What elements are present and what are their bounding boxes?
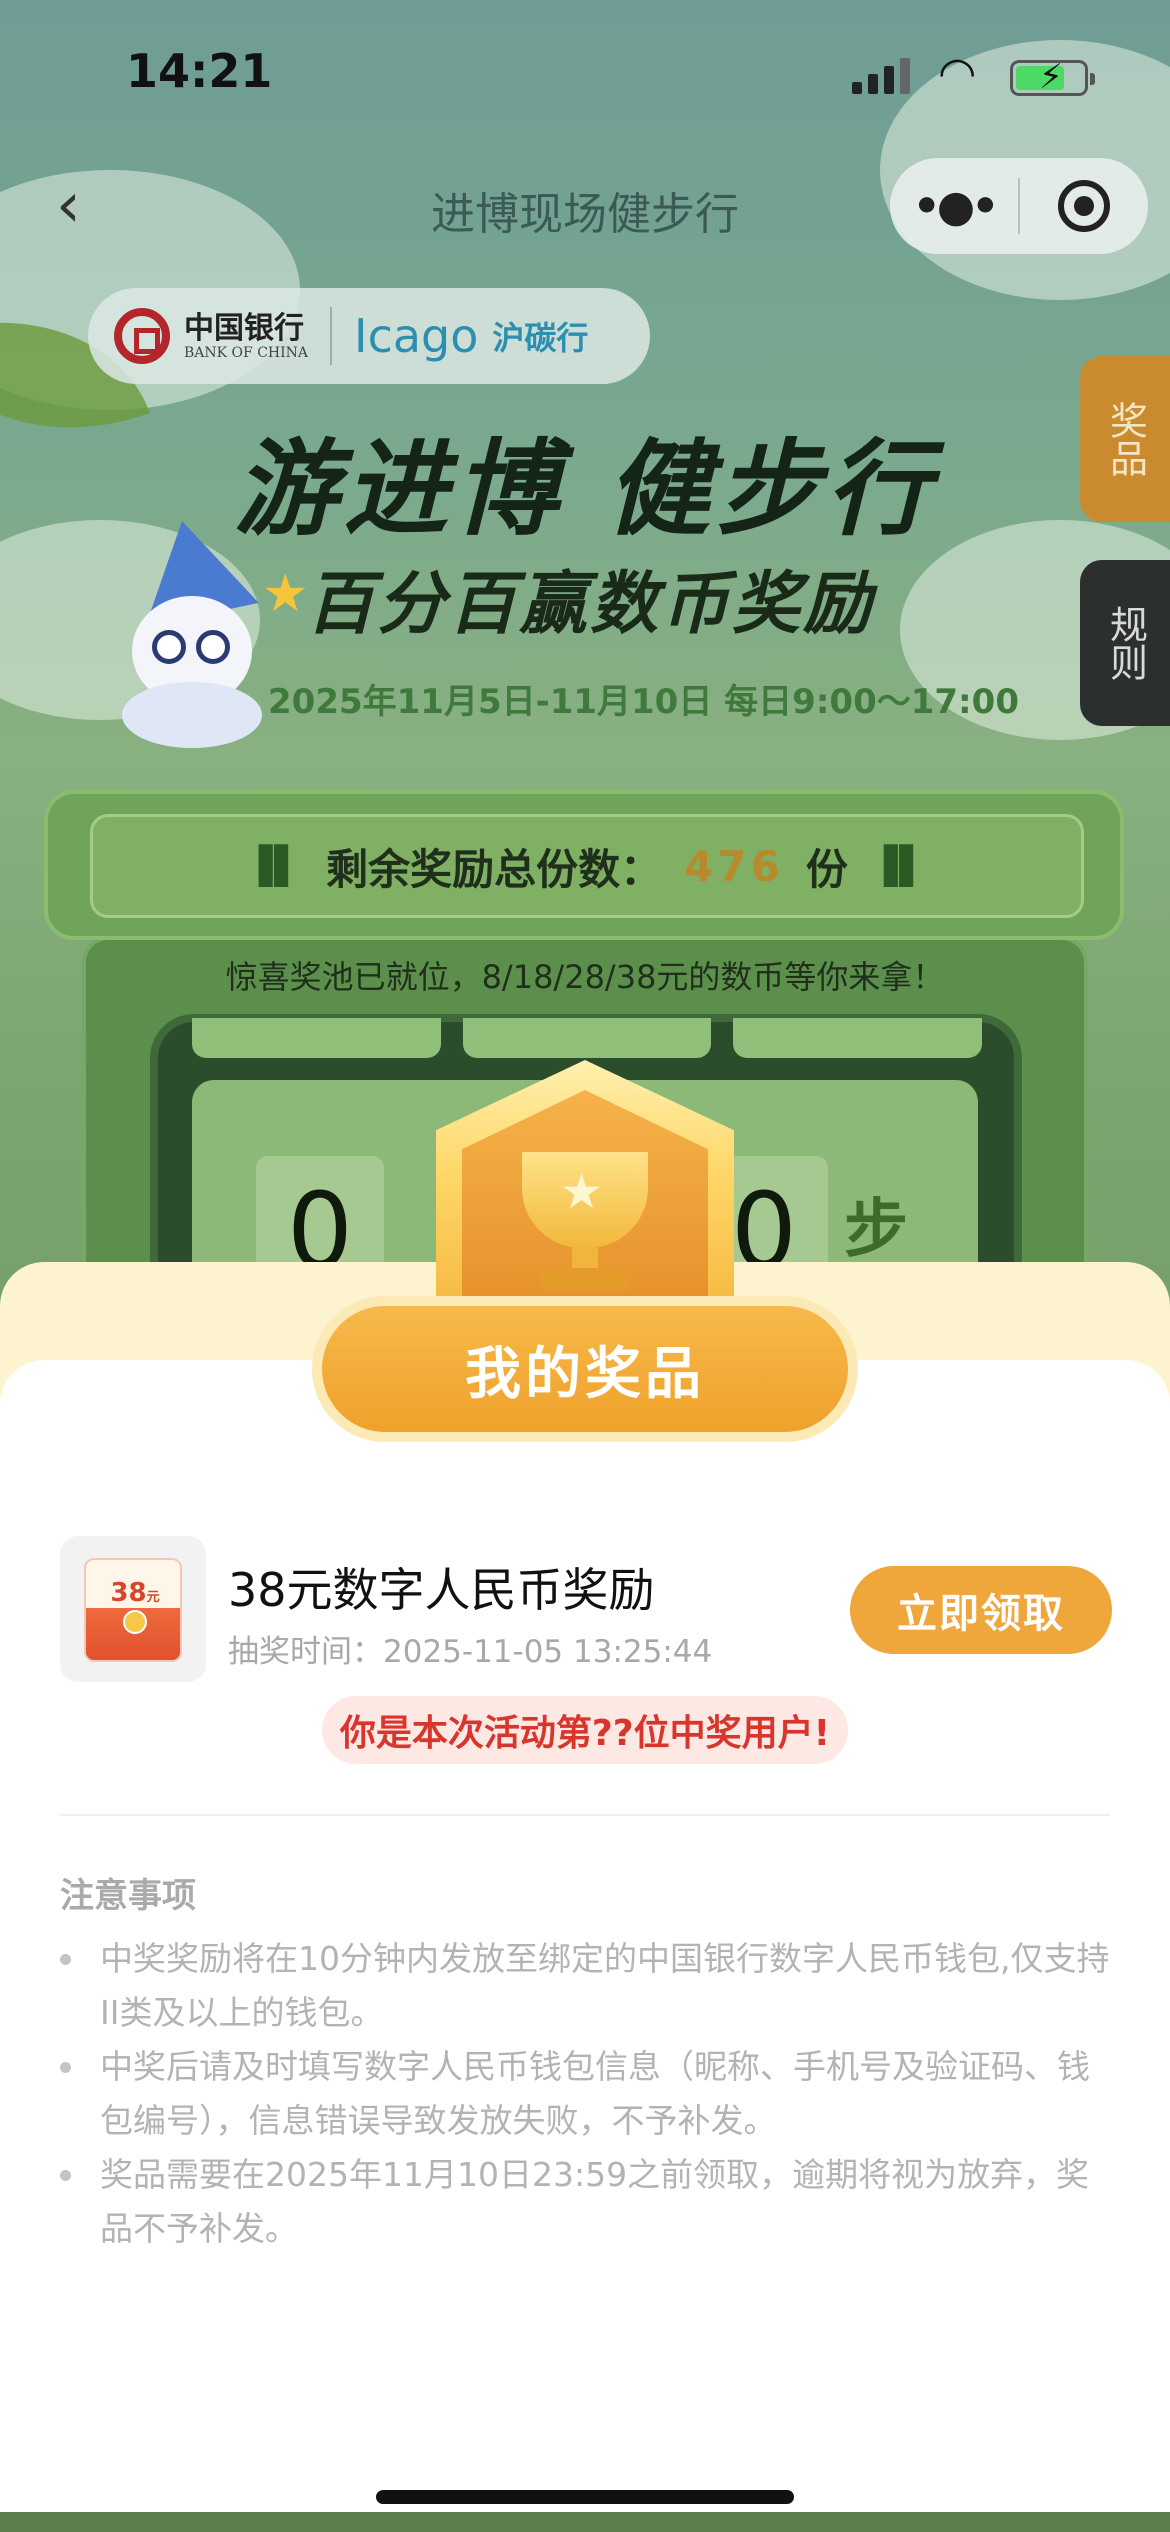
remaining-rewards-panel: ▐▌ 剩余奖励总份数： 476 份 ▐▌ — [44, 790, 1124, 940]
side-tab-rules-label: 规则 — [1103, 605, 1148, 681]
mini-program-capsule: •●• — [890, 158, 1148, 254]
my-prizes-title-text: 我的奖品 — [322, 1306, 848, 1432]
prize-pool-text: 惊喜奖池已就位，8/18/28/38元的数币等你来拿！ — [225, 958, 945, 996]
section-divider — [60, 1814, 1110, 1816]
star-wand-icon: ★ — [262, 564, 309, 624]
my-prizes-title: 我的奖品 — [312, 1296, 858, 1442]
boc-name-en: BANK OF CHINA — [184, 344, 309, 361]
target-close-icon[interactable] — [1020, 180, 1148, 232]
event-date: 2025年11月5日-11月10日 每日9:00～17:00 — [268, 682, 1019, 722]
wifi-icon: ◠ — [938, 48, 977, 99]
notes-list: 中奖奖励将在10分钟内发放至绑定的中国银行数字人民币钱包,仅支持II类及以上的钱… — [60, 1932, 1110, 2256]
prize-name: 38元数字人民币奖励 — [228, 1563, 655, 1617]
notes-item: 中奖奖励将在10分钟内发放至绑定的中国银行数字人民币钱包,仅支持II类及以上的钱… — [60, 1932, 1110, 2040]
cellular-signal-icon — [852, 58, 910, 94]
boc-name-cn: 中国银行 — [184, 310, 304, 346]
icago-logo: Icago — [354, 309, 479, 363]
remaining-label: 剩余奖励总份数： — [326, 844, 663, 894]
notes-title: 注意事项 — [60, 1876, 196, 1916]
envelope-amount: 38 — [110, 1578, 147, 1608]
more-dots-icon[interactable]: •●• — [890, 181, 1018, 232]
trophy-badge-icon: ★ — [436, 1060, 734, 1330]
draw-time: 抽奖时间：2025-11-05 13:25:44 — [228, 1626, 712, 1671]
envelope-unit: 元 — [146, 1590, 160, 1605]
yuan-coin-icon — [123, 1610, 147, 1634]
red-envelope-icon: 38元 — [84, 1558, 182, 1662]
battery-icon: ⚡ — [1010, 57, 1095, 97]
bars-left-icon: ▐▌ — [244, 845, 305, 887]
home-indicator[interactable] — [376, 2490, 794, 2504]
draw-time-value: 2025-11-05 13:25:44 — [383, 1634, 713, 1670]
bars-right-icon: ▐▌ — [869, 845, 930, 887]
prize-list-item: 38元 38元数字人民币奖励 抽奖时间：2025-11-05 13:25:44 … — [60, 1536, 1112, 1686]
machine-tabs — [192, 1018, 983, 1058]
winner-rank-badge: 你是本次活动第??位中奖用户! — [322, 1696, 848, 1764]
logo-divider — [330, 307, 333, 365]
partner-logos: 中国银行 BANK OF CHINA Icago 沪碳行 — [88, 288, 650, 384]
remaining-count: 476 — [684, 841, 784, 891]
mini-program-nav-bar: ‹ 进博现场健步行 •●• — [0, 150, 1170, 266]
banner-subhead: 百分百赢数币奖励 — [306, 565, 875, 644]
remaining-unit: 份 — [805, 844, 848, 894]
status-time: 14:21 — [126, 44, 273, 98]
icago-name-cn: 沪碳行 — [492, 319, 589, 357]
notes-item: 奖品需要在2025年11月10日23:59之前领取，逾期将视为放弃，奖品不予补发… — [60, 2148, 1110, 2256]
claim-now-button[interactable]: 立即领取 — [850, 1566, 1112, 1654]
draw-time-label: 抽奖时间： — [228, 1634, 383, 1670]
notes-item: 中奖后请及时填写数字人民币钱包信息（昵称、手机号及验证码、钱包编号），信息错误导… — [60, 2040, 1110, 2148]
bank-of-china-logo-icon — [114, 308, 170, 364]
prize-thumbnail: 38元 — [60, 1536, 206, 1682]
side-tab-rules[interactable]: 规则 — [1080, 560, 1170, 726]
step-unit: 步 — [844, 1193, 908, 1267]
page-bottom-peek — [0, 2512, 1170, 2532]
status-bar: 14:21 ◠ ⚡ — [0, 0, 1170, 150]
